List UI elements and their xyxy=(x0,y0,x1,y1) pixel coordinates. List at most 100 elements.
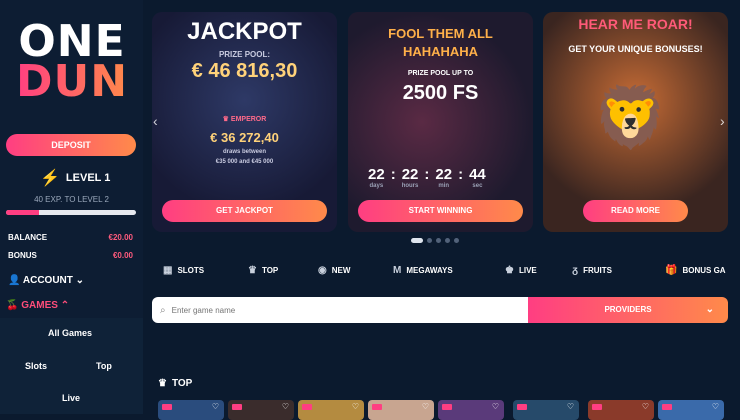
countdown-hours-unit: hours xyxy=(401,183,419,189)
countdown-seconds-unit: sec xyxy=(472,183,483,189)
providers-dropdown[interactable]: PROVIDERS ⌄ xyxy=(528,297,728,323)
countdown-minutes: 22 min xyxy=(435,166,452,189)
providers-label: PROVIDERS xyxy=(604,305,652,314)
category-top[interactable]: Top xyxy=(96,361,112,371)
logo-line-2: DUN xyxy=(15,56,129,107)
tab-bonus-label: BONUS GA xyxy=(682,266,726,275)
countdown-separator: : xyxy=(390,166,396,183)
badge-icon xyxy=(302,404,312,410)
game-thumbnail[interactable]: ♡ xyxy=(158,400,224,420)
heart-icon[interactable]: ♡ xyxy=(422,402,429,411)
emperor-tag: ♛ EMPEROR xyxy=(152,115,337,123)
badge-icon xyxy=(232,404,242,410)
chevron-down-icon: ⌄ xyxy=(75,275,85,286)
games-menu[interactable]: 🍒 GAMES ⌃ xyxy=(6,300,69,311)
heart-icon[interactable]: ♡ xyxy=(642,402,649,411)
level-progress-bar xyxy=(6,210,136,215)
carousel-dot[interactable] xyxy=(445,238,450,243)
carousel-dot[interactable] xyxy=(454,238,459,243)
countdown-hours-value: 22 xyxy=(401,166,419,183)
category-slots[interactable]: Slots xyxy=(25,361,47,371)
banner-roar-subtitle: GET YOUR UNIQUE BONUSES! xyxy=(568,44,703,54)
game-thumbnail[interactable]: ♡ xyxy=(298,400,364,420)
tab-live-label: LIVE xyxy=(518,266,537,275)
carousel-dot[interactable] xyxy=(427,238,432,243)
game-search: ⌕ xyxy=(152,297,536,323)
game-category-tabs: ▦ SLOTS ♛ TOP ◉ NEW M MEGAWAYS ♚ LIVE ᵹ FRUITS… xyxy=(163,265,726,276)
countdown-timer: 22 days : 22 hours : 22 min : 44 sec xyxy=(368,166,486,189)
search-icon: ⌕ xyxy=(160,304,166,316)
banner-fool-title-line1: FOOL THEM ALL xyxy=(388,26,493,41)
countdown-minutes-unit: min xyxy=(438,183,450,189)
carousel-prev-icon[interactable]: ‹ xyxy=(153,113,158,129)
level-label: LEVEL 1 xyxy=(65,172,111,184)
game-thumbnail[interactable]: ♡ xyxy=(368,400,434,420)
read-more-button[interactable]: READ MORE xyxy=(583,200,688,222)
category-all-games[interactable]: All Games xyxy=(48,328,92,338)
games-label: GAMES xyxy=(21,300,58,311)
banner-jackpot-draws-range: €35 000 and €45 000 xyxy=(215,159,274,165)
carousel-dot[interactable] xyxy=(411,238,423,243)
heart-icon[interactable]: ♡ xyxy=(282,402,289,411)
game-thumbnail[interactable]: ♡ xyxy=(438,400,504,420)
section-top-heading: ♛ TOP xyxy=(158,378,192,389)
heart-icon[interactable]: ♡ xyxy=(492,402,499,411)
banner-fool-them-all[interactable]: FOOL THEM ALL HAHAHAHA PRIZE POOL UP TO … xyxy=(348,12,533,232)
carousel-next-icon[interactable]: › xyxy=(720,113,725,129)
heart-icon[interactable]: ♡ xyxy=(567,402,574,411)
game-thumbnail[interactable]: ♡ xyxy=(228,400,294,420)
level-indicator: ⚡ LEVEL 1 xyxy=(40,168,110,188)
slots-icon: ▦ xyxy=(163,265,173,276)
tab-slots[interactable]: ▦ SLOTS xyxy=(163,265,248,276)
get-jackpot-button[interactable]: GET JACKPOT xyxy=(162,200,327,222)
search-input[interactable] xyxy=(171,305,502,315)
megaways-icon: M xyxy=(393,265,402,276)
bonus-row: BONUS €0.00 xyxy=(8,251,133,260)
tab-fruits[interactable]: ᵹ FRUITS xyxy=(572,265,665,276)
start-winning-button[interactable]: START WINNING xyxy=(358,200,523,222)
banner-jackpot-title: JACKPOT xyxy=(187,18,302,45)
bonus-label: BONUS xyxy=(8,251,37,260)
badge-icon xyxy=(662,404,672,410)
category-live[interactable]: Live xyxy=(62,393,80,403)
game-thumbnail[interactable]: ♡ xyxy=(513,400,579,420)
heart-icon[interactable]: ♡ xyxy=(352,402,359,411)
countdown-separator: : xyxy=(424,166,430,183)
exp-to-next-level: 40 EXP. TO LEVEL 2 xyxy=(34,195,109,204)
badge-icon xyxy=(442,404,452,410)
badge-icon xyxy=(592,404,602,410)
tab-fruits-label: FRUITS xyxy=(583,266,612,275)
user-icon: 👤 xyxy=(8,275,21,286)
tab-bonus[interactable]: 🎁 BONUS GA xyxy=(665,265,726,276)
carousel-dot[interactable] xyxy=(436,238,441,243)
brand-logo[interactable]: ONE DUN xyxy=(14,20,130,107)
banner-hear-me-roar[interactable]: HEAR ME ROAR! GET YOUR UNIQUE BONUSES! 🦁… xyxy=(543,12,728,232)
crown-icon: ♛ xyxy=(248,265,257,276)
tab-top[interactable]: ♛ TOP xyxy=(248,265,318,276)
countdown-days-unit: days xyxy=(369,183,384,189)
countdown-separator: : xyxy=(458,166,464,183)
tab-megaways-label: MEGAWAYS xyxy=(406,266,453,275)
section-title: TOP xyxy=(171,378,193,389)
tab-new[interactable]: ◉ NEW xyxy=(318,265,393,276)
banner-jackpot-amount: € 46 816,30 xyxy=(191,60,298,82)
tab-live[interactable]: ♚ LIVE xyxy=(505,265,572,276)
badge-icon xyxy=(162,404,172,410)
tab-new-label: NEW xyxy=(331,266,351,275)
banner-jackpot[interactable]: JACKPOT PRIZE POOL: € 46 816,30 ♛ EMPERO… xyxy=(152,12,337,232)
deposit-button[interactable]: DEPOSIT xyxy=(6,134,136,156)
carousel-dots xyxy=(411,238,459,243)
game-thumbnail[interactable]: ♡ xyxy=(588,400,654,420)
bonus-value: €0.00 xyxy=(112,251,133,260)
account-label: ACCOUNT xyxy=(22,275,73,286)
countdown-days-value: 22 xyxy=(368,166,385,183)
game-thumbnail[interactable]: ♡ xyxy=(658,400,724,420)
cherries-icon: 🍒 xyxy=(6,300,19,311)
countdown-hours: 22 hours xyxy=(402,166,419,189)
heart-icon[interactable]: ♡ xyxy=(712,402,719,411)
account-menu[interactable]: 👤 ACCOUNT ⌄ xyxy=(8,275,84,286)
crown-icon: ♛ xyxy=(222,116,229,123)
tab-megaways[interactable]: M MEGAWAYS xyxy=(393,265,505,276)
level-progress-fill xyxy=(6,210,39,215)
heart-icon[interactable]: ♡ xyxy=(212,402,219,411)
